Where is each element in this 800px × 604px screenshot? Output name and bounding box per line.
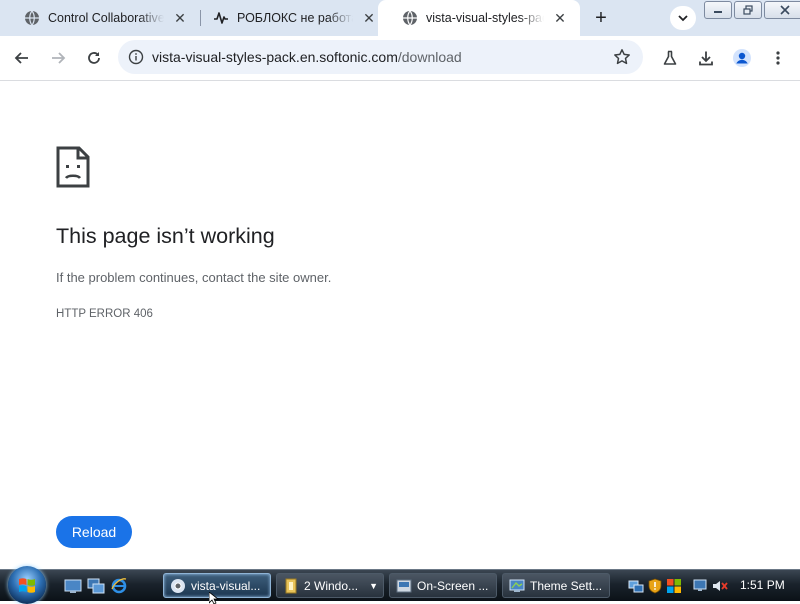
url-text: vista-visual-styles-pack.en.softonic.com… [152,49,462,65]
sad-page-icon [56,146,90,188]
start-button[interactable] [8,566,46,604]
tab-strip: Control Collaborative V ✕ РОБЛОКС не раб… [0,0,800,36]
windows-update-icon[interactable] [666,578,682,594]
chrome-menu-button[interactable] [766,46,790,70]
forward-icon [52,52,66,64]
new-tab-button[interactable]: + [590,7,612,29]
globe-icon [25,10,39,26]
labs-button[interactable] [658,46,682,70]
theme-icon [509,579,525,592]
forward-button[interactable] [46,46,70,70]
taskbar-item-label: 2 Windo... [304,578,359,593]
reload-button[interactable] [82,46,106,70]
error-code: HTTP ERROR 406 [56,308,153,320]
profile-button[interactable] [730,46,754,70]
group-arrow-icon: ▼ [369,580,378,591]
error-message: If the problem continues, contact the si… [56,270,332,285]
display-tray-icon[interactable] [693,578,709,594]
url-host: vista-visual-styles-pack.en.softonic.com [152,49,398,65]
windows-logo-icon [19,578,35,593]
tab-title: РОБЛОКС не работает [237,11,353,25]
tab-close-icon[interactable]: ✕ [552,10,568,26]
taskbar-item-windows-group[interactable]: 2 Windo... ▼ [276,573,384,598]
url-path: /download [397,49,462,65]
tab-close-icon[interactable]: ✕ [361,10,377,26]
pulse-icon [214,12,228,24]
taskbar-item-label: Theme Sett... [530,578,603,593]
minimize-icon [714,11,722,13]
globe-icon [403,10,417,26]
clock: 1:51 PM [740,578,785,592]
bookmark-star-icon[interactable] [613,48,631,66]
network-tray-icon[interactable] [628,578,644,594]
tab-vista-visual-styles[interactable]: vista-visual-styles-pack ✕ [378,0,580,36]
menu-icon [776,51,780,65]
taskbar-item-label: On-Screen ... [417,578,489,593]
download-icon [699,51,713,66]
close-icon [780,5,790,15]
switch-windows-icon[interactable] [87,577,105,595]
reload-page-button[interactable]: Reload [56,516,132,548]
back-button[interactable] [10,46,34,70]
chevron-down-icon [678,15,688,22]
taskbar-item-label: vista-visual... [191,578,261,593]
browser-toolbar: vista-visual-styles-pack.en.softonic.com… [0,36,800,81]
downloads-button[interactable] [694,46,718,70]
mouse-cursor-icon [209,592,219,604]
restore-icon [743,5,753,15]
error-title: This page isn’t working [56,224,275,248]
show-desktop-icon[interactable] [64,577,82,595]
tab-title: Control Collaborative V [48,11,164,25]
profile-icon [733,49,751,67]
tab-title: vista-visual-styles-pack [426,11,544,25]
taskbar-item-on-screen-keyboard[interactable]: On-Screen ... [389,573,497,598]
window-controls [702,1,800,19]
volume-muted-icon[interactable] [712,578,728,594]
keyboard-icon [396,579,412,592]
tab-roblox[interactable]: РОБЛОКС не работает ✕ [189,0,389,36]
taskbar-item-theme-settings[interactable]: Theme Sett... [502,573,610,598]
minimize-button[interactable] [704,1,732,19]
tab-close-icon[interactable]: ✕ [172,10,188,26]
back-icon [14,52,28,64]
restore-button[interactable] [734,1,762,19]
labs-flask-icon [663,50,677,65]
security-shield-icon[interactable] [647,578,663,594]
taskbar: vista-visual... 2 Windo... ▼ On-Screen .… [0,566,800,604]
close-window-button[interactable] [764,1,800,19]
site-info-button[interactable] [126,47,146,67]
tab-control-collaborative[interactable]: Control Collaborative V ✕ [0,0,200,36]
tab-search-button[interactable] [670,6,696,30]
address-bar[interactable]: vista-visual-styles-pack.en.softonic.com… [118,40,643,74]
reload-icon [88,52,100,64]
chrome-icon [171,578,185,593]
folder-icon [285,578,297,593]
internet-explorer-icon[interactable] [110,577,128,595]
site-info-icon [128,49,144,65]
